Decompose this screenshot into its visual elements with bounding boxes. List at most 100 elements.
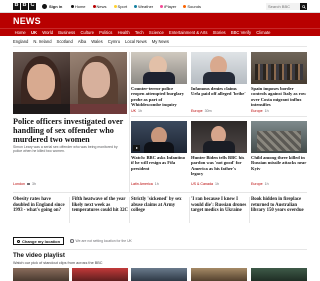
card-row-divider xyxy=(131,116,307,117)
card-1-time: 1h xyxy=(138,109,142,113)
card-6-category[interactable]: Europe xyxy=(251,182,263,186)
nav-science[interactable]: Science xyxy=(146,30,166,35)
bottom-story-4-headline[interactable]: 'I ran because I knew I would die': Russ… xyxy=(191,197,247,214)
lead-story-image[interactable] xyxy=(13,52,127,114)
nav-business[interactable]: Business xyxy=(56,30,78,35)
card-3-headline[interactable]: Spain imposes border controls against It… xyxy=(251,86,307,107)
topnav-iplayer[interactable]: iPlayer xyxy=(157,4,180,9)
nav-home[interactable]: Home xyxy=(12,30,28,35)
card-6-image[interactable] xyxy=(251,121,307,153)
subnav-scotland[interactable]: Scotland xyxy=(57,39,78,44)
nav-stories[interactable]: Stories xyxy=(210,30,228,35)
nav-health[interactable]: Health xyxy=(115,30,132,35)
lead-story-meta: London 3h xyxy=(13,182,36,186)
topnav-sport[interactable]: Sport xyxy=(110,4,131,9)
card-5-image[interactable] xyxy=(191,121,247,153)
video-thumb-3[interactable] xyxy=(131,268,187,281)
topnav-weather-label: Weather xyxy=(138,3,154,9)
sport-icon xyxy=(113,4,117,8)
card-3-category[interactable]: Europe xyxy=(251,109,263,113)
topnav-news[interactable]: News xyxy=(89,4,110,9)
subnav-cymru[interactable]: Cymru xyxy=(108,39,125,44)
weather-icon xyxy=(134,4,138,8)
bottom-story-1-headline[interactable]: Obesity rates have doubled in England si… xyxy=(13,197,66,214)
topnav-home-label: Home xyxy=(74,3,86,9)
card-1-image[interactable] xyxy=(131,52,187,84)
card-3-image[interactable] xyxy=(251,52,307,84)
nav-culture[interactable]: Culture xyxy=(78,30,97,35)
sounds-icon xyxy=(183,4,187,8)
subnav-northern-ireland[interactable]: N. Ireland xyxy=(33,39,56,44)
bottom-divider-3 xyxy=(189,197,190,223)
subnav-england[interactable]: England xyxy=(13,39,33,44)
lead-story-time: 3h xyxy=(32,182,36,186)
nav-politics[interactable]: Politics xyxy=(97,30,115,35)
uk-sub-nav: England N. Ireland Scotland Alba Wales C… xyxy=(13,38,174,45)
search-button[interactable] xyxy=(300,3,307,10)
nav-tech[interactable]: Tech xyxy=(132,30,146,35)
subnav-local-news[interactable]: Local News xyxy=(125,39,152,44)
bottom-divider-1 xyxy=(69,197,70,223)
card-2-meta: Europe 30m xyxy=(191,109,212,113)
card-5-headline[interactable]: Hunter Biden tells BBC his pardon was 'n… xyxy=(191,155,247,176)
nav-uk[interactable]: UK xyxy=(28,30,39,35)
victim-photo-1 xyxy=(13,52,70,114)
bottom-story-2-headline[interactable]: Fifth heatwave of the year likely next w… xyxy=(72,197,128,214)
subnav-wales[interactable]: Wales xyxy=(91,39,107,44)
sign-in-link[interactable]: Sign in xyxy=(42,3,63,9)
card-2-time: 30m xyxy=(204,109,212,113)
sign-in-label: Sign in xyxy=(49,3,63,9)
card-3-meta: Europe 1h xyxy=(251,109,269,113)
card-6-headline[interactable]: Child among three killed in Russian miss… xyxy=(251,155,307,171)
card-4-image[interactable] xyxy=(131,121,187,153)
subnav-my-news[interactable]: My News xyxy=(152,39,174,44)
video-section-divider xyxy=(13,249,307,250)
search-icon xyxy=(301,4,306,9)
search-input[interactable] xyxy=(268,4,300,9)
bottom-story-5-headline[interactable]: Book hidden in fireplace returned to Aus… xyxy=(251,197,307,214)
change-location-button[interactable]: Change my location xyxy=(13,237,65,245)
lead-story-category[interactable]: London xyxy=(13,182,25,186)
change-location-label: Change my location xyxy=(22,238,61,244)
play-icon xyxy=(133,145,140,151)
card-1-meta: UK 1h xyxy=(131,109,142,113)
bottom-divider-4 xyxy=(249,197,250,223)
video-thumb-4[interactable] xyxy=(191,268,247,281)
location-note: i We are not setting location for the UK xyxy=(70,239,132,243)
card-6-time: 1h xyxy=(264,182,269,186)
topnav-home[interactable]: Home xyxy=(67,4,89,9)
topnav-weather[interactable]: Weather xyxy=(131,4,157,9)
subnav-alba[interactable]: Alba xyxy=(78,39,91,44)
topnav-sounds[interactable]: Sounds xyxy=(180,4,205,9)
card-1-category[interactable]: UK xyxy=(131,109,136,113)
card-3-time: 1h xyxy=(264,109,269,113)
info-icon: i xyxy=(70,239,74,243)
bbc-site-nav: Home News Sport Weather iPlayer Sounds xyxy=(67,4,204,9)
news-main-nav: Home UK World Business Culture Politics … xyxy=(0,28,320,36)
nav-climate[interactable]: Climate xyxy=(254,30,273,35)
card-5-category[interactable]: US & Canada xyxy=(191,182,213,186)
location-note-text: We are not setting location for the UK xyxy=(75,239,132,243)
lead-story-headline[interactable]: Police officers investigated over handli… xyxy=(13,117,128,144)
card-2-headline[interactable]: Infamous denies claims Uefa paid off all… xyxy=(191,86,247,97)
card-2-image[interactable] xyxy=(191,52,247,84)
video-thumb-2[interactable] xyxy=(72,268,128,281)
card-4-category[interactable]: Latin America xyxy=(131,182,153,186)
section-divider xyxy=(13,192,307,193)
nav-world[interactable]: World xyxy=(40,30,56,35)
news-logo[interactable]: NEWS xyxy=(13,16,41,26)
video-thumb-5[interactable] xyxy=(251,268,307,281)
nav-entertainment[interactable]: Entertainment & Arts xyxy=(166,30,210,35)
bbc-logo-letter-2: B xyxy=(21,2,28,10)
card-4-meta: Latin America 1h xyxy=(131,182,159,186)
bbc-logo[interactable]: B B C xyxy=(13,2,36,10)
bottom-story-3-headline[interactable]: Strictly 'sickened' by sex abuse claims … xyxy=(131,197,187,214)
nav-bbc-verify[interactable]: BBC Verify xyxy=(228,30,253,35)
card-2-category[interactable]: Europe xyxy=(191,109,203,113)
card-1-headline[interactable]: Counter-terror police reopen attempted b… xyxy=(131,86,187,107)
bbc-logo-letter-3: C xyxy=(29,2,36,10)
card-4-headline[interactable]: Watch: BBC asks Infantino if he will res… xyxy=(131,155,187,171)
comments-icon xyxy=(27,182,30,186)
video-thumb-1[interactable] xyxy=(13,268,69,281)
card-5-meta: US & Canada 1h xyxy=(191,182,219,186)
